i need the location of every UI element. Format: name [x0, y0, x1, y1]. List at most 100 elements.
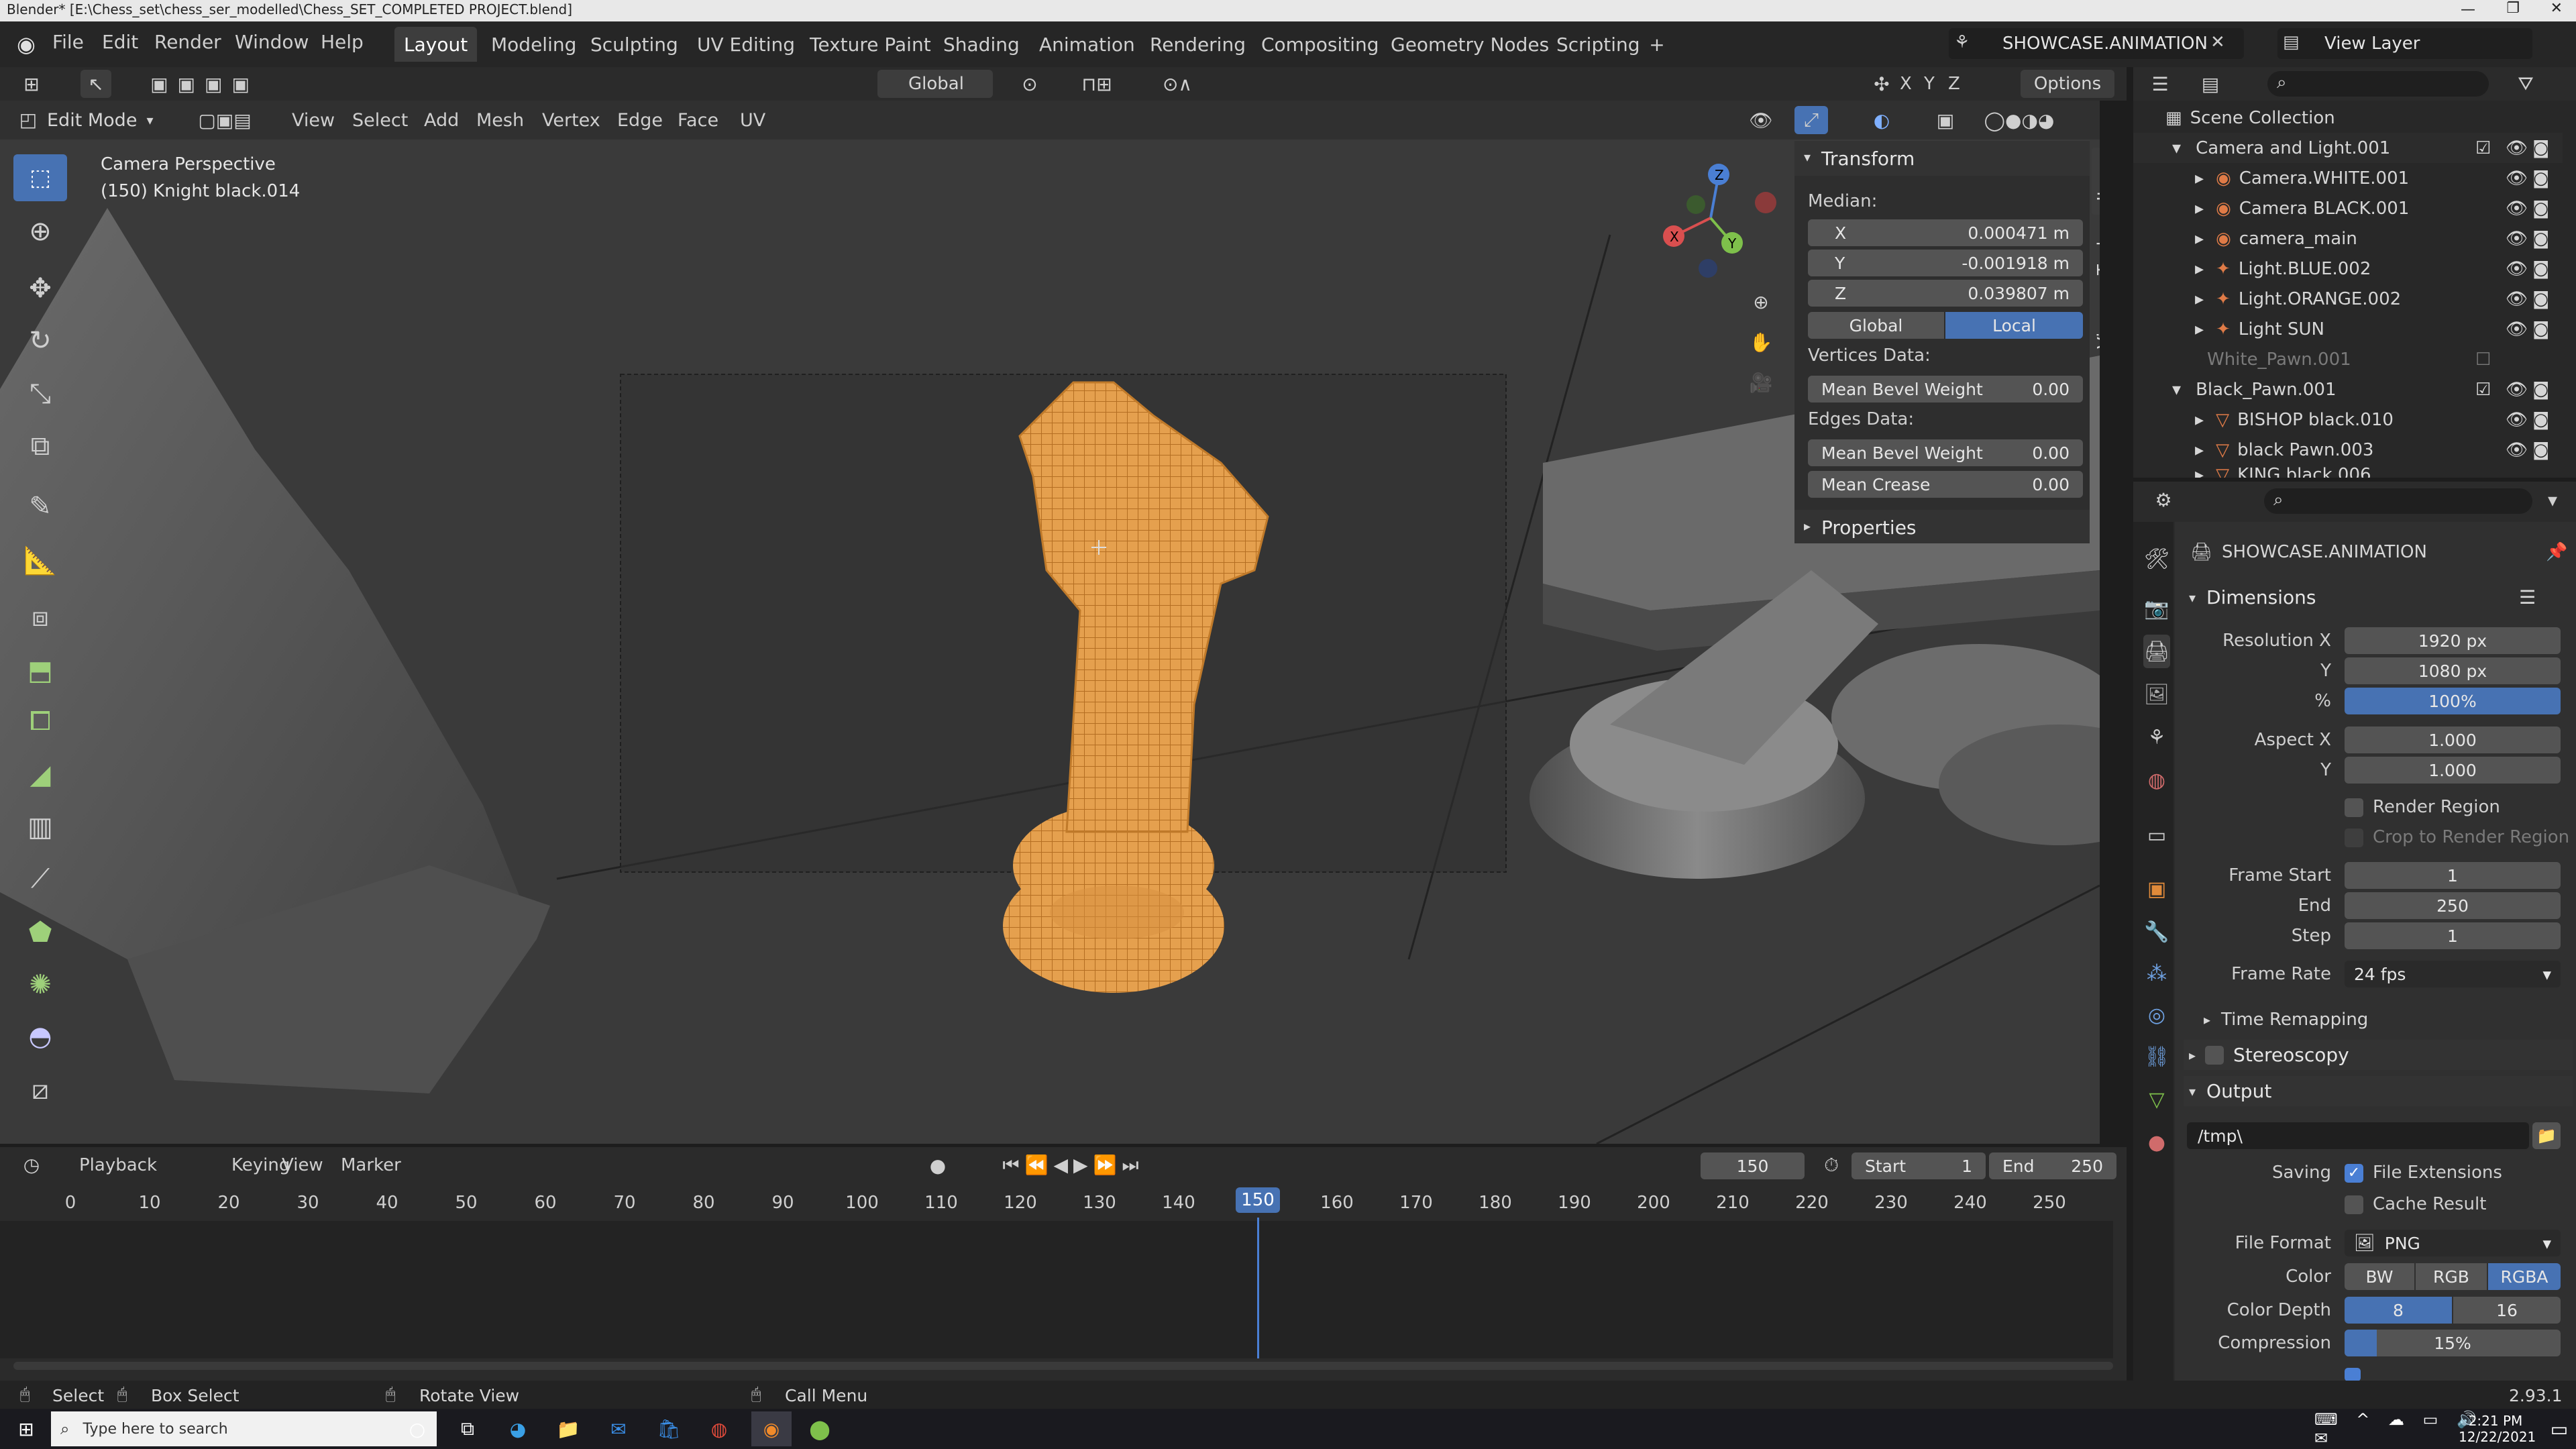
proportional-edit-icon[interactable]: ⊙∧ — [1147, 70, 1208, 98]
camera-render-icon[interactable]: ◙ — [2532, 440, 2549, 460]
median-x-field[interactable]: X 0.000471 m — [1808, 219, 2083, 246]
physics-properties-icon[interactable]: ◎ — [2143, 998, 2170, 1032]
bevel-tool-icon[interactable]: ◢ — [13, 751, 67, 798]
axis-y-toggle[interactable]: Y — [1924, 74, 1935, 94]
axis-z-toggle[interactable]: Z — [1948, 74, 1960, 94]
menu-help[interactable]: Help — [321, 31, 364, 53]
world-properties-icon[interactable]: ◍ — [2143, 763, 2170, 797]
aspect-y-field[interactable]: 1.000 — [2345, 757, 2561, 784]
tab-texture-paint[interactable]: Texture Paint — [800, 27, 941, 62]
outliner-item[interactable]: ▾ Camera and Light.001 ☑ 👁 ◙ — [2133, 133, 2563, 163]
taskbar-search-input[interactable]: ⌕ Type here to search — [51, 1411, 437, 1446]
cursor-tool-icon[interactable]: ⊕ — [13, 208, 67, 255]
file-format-dropdown[interactable]: 🖼 PNG ▾ — [2345, 1230, 2561, 1256]
start-frame-field[interactable]: Start 1 — [1851, 1152, 1986, 1179]
properties-search-input[interactable]: ⌕ — [2264, 488, 2532, 514]
checkbox-icon[interactable]: ☑ — [2475, 138, 2491, 158]
timeline-view-menu[interactable]: View — [282, 1155, 323, 1175]
chrome-icon[interactable]: ◍ — [704, 1414, 734, 1444]
gizmo-toggle-icon[interactable]: ⤢ — [1794, 106, 1828, 134]
outliner-item[interactable]: ▸ ✦ Light.ORANGE.002 👁 ◙ — [2133, 284, 2563, 314]
transform-orientation-dropdown[interactable]: Global — [877, 70, 993, 98]
outliner-editor-icon[interactable]: ☰ — [2147, 70, 2174, 98]
camera-render-icon[interactable]: ◙ — [2532, 138, 2549, 158]
data-properties-icon[interactable]: ▽ — [2143, 1083, 2170, 1116]
eye-icon[interactable]: 👁 — [2506, 138, 2528, 158]
checkbox-icon[interactable]: ☐ — [2475, 350, 2491, 370]
blender-logo-icon[interactable]: ◉ — [9, 30, 43, 59]
store-icon[interactable]: 🛍 — [654, 1414, 684, 1444]
menu-render[interactable]: Render — [154, 31, 221, 53]
output-properties-icon[interactable]: 🖨 — [2143, 635, 2170, 668]
eye-icon[interactable]: 👁 — [2506, 410, 2528, 430]
render-properties-icon[interactable]: 📷 — [2143, 592, 2170, 625]
output-panel-header[interactable]: ▾ Output — [2184, 1076, 2573, 1106]
pivot-point-icon[interactable]: ⊙ — [1006, 70, 1053, 98]
camera-render-icon[interactable]: ◙ — [2532, 410, 2549, 430]
minimize-icon[interactable]: — — [2461, 1, 2475, 18]
select-mode-icons[interactable]: ▣▣▣▣ — [134, 71, 275, 97]
filter-icon[interactable]: ⛛ — [2509, 70, 2542, 98]
output-path-input[interactable]: /tmp\ — [2187, 1122, 2529, 1149]
outliner-root[interactable]: ▦ Scene Collection — [2133, 103, 2563, 133]
knife-tool-icon[interactable]: ⟋ — [13, 855, 67, 902]
windows-start-icon[interactable]: ⊞ — [9, 1414, 43, 1444]
task-view-icon[interactable]: ⧉ — [453, 1414, 482, 1444]
select-element-mode-icons[interactable]: ▢▣▤ — [188, 106, 262, 134]
editor-type-icon[interactable]: ⊞ — [15, 70, 48, 98]
camera-render-icon[interactable]: ◙ — [2532, 199, 2549, 219]
tab-modeling[interactable]: Modeling — [482, 27, 586, 62]
dimensions-panel-header[interactable]: ▾ Dimensions ☰ — [2184, 582, 2573, 612]
aspect-x-field[interactable]: 1.000 — [2345, 727, 2561, 753]
move-tool-icon[interactable]: ✥ — [13, 265, 67, 312]
color-bw-toggle[interactable]: BW — [2345, 1263, 2414, 1290]
3d-viewport[interactable]: Camera Perspective (150) Knight black.01… — [0, 101, 2100, 1144]
outliner-item[interactable]: ▸ ▽ KING black.006 — [2133, 465, 2563, 478]
eye-icon[interactable]: 👁 — [2506, 440, 2528, 460]
menu-edit[interactable]: Edit — [102, 31, 138, 53]
playback-controls[interactable]: ⏮⏪◀▶⏩⏭ — [989, 1151, 1157, 1179]
outliner-item[interactable]: ▸ ◉ Camera BLACK.001 👁 ◙ — [2133, 193, 2563, 223]
depth-8-toggle[interactable]: 8 — [2345, 1297, 2452, 1324]
camera-render-icon[interactable]: ◙ — [2532, 319, 2549, 339]
options-dropdown[interactable]: Options — [2021, 70, 2114, 98]
file-extensions-checkbox[interactable]: ✓ File Extensions — [2345, 1163, 2502, 1183]
eye-icon[interactable]: 👁 — [2506, 259, 2528, 279]
frame-step-field[interactable]: 1 — [2345, 922, 2561, 949]
outliner-item[interactable]: ▸ ◉ Camera.WHITE.001 👁 ◙ — [2133, 163, 2563, 193]
chevron-down-icon[interactable]: ▾ — [2539, 486, 2566, 514]
axis-x-toggle[interactable]: X — [1900, 74, 1912, 94]
smooth-tool-icon[interactable]: ◓ — [13, 1013, 67, 1060]
transform-tool-icon[interactable]: ⧉ — [13, 423, 67, 470]
timeline-scrollbar[interactable] — [13, 1362, 2113, 1370]
loop-cut-tool-icon[interactable]: ▥ — [13, 804, 67, 851]
add-cube-tool-icon[interactable]: ⧈ — [13, 594, 67, 641]
resolution-y-field[interactable]: 1080 px — [2345, 657, 2561, 684]
blender-taskbar-icon[interactable]: ◉ — [751, 1411, 792, 1446]
camera-render-icon[interactable]: ◙ — [2532, 289, 2549, 309]
snap-icon[interactable]: ⊓⊞ — [1060, 70, 1134, 98]
edge-mean-bevel-field[interactable]: Mean Bevel Weight 0.00 — [1808, 439, 2083, 466]
overlays-icon[interactable]: ◐ — [1862, 106, 1902, 134]
menu-uv[interactable]: UV — [740, 110, 765, 131]
vertex-mean-bevel-field[interactable]: Mean Bevel Weight 0.00 — [1808, 376, 2083, 402]
camera-render-icon[interactable]: ◙ — [2532, 380, 2549, 400]
menu-mesh[interactable]: Mesh — [476, 110, 524, 131]
constraints-properties-icon[interactable]: ⛓ — [2143, 1040, 2170, 1073]
tab-compositing[interactable]: Compositing — [1252, 27, 1389, 62]
annotate-tool-icon[interactable]: ✎ — [13, 483, 67, 530]
mirror-icon[interactable]: ✣ — [1868, 70, 1895, 98]
eye-icon[interactable]: 👁 — [2506, 229, 2528, 249]
tab-item[interactable]: Item — [2092, 148, 2100, 215]
end-frame-field[interactable]: End 250 — [1989, 1152, 2116, 1179]
tab-uv-editing[interactable]: UV Editing — [688, 27, 804, 62]
outliner-item[interactable]: ▾ Black_Pawn.001 ☑ 👁 ◙ — [2133, 374, 2563, 405]
frame-end-field[interactable]: 250 — [2345, 892, 2561, 919]
menu-face[interactable]: Face — [678, 110, 718, 131]
cortana-icon[interactable]: ○ — [402, 1414, 432, 1444]
spin-tool-icon[interactable]: ✺ — [13, 961, 67, 1008]
menu-view[interactable]: View — [292, 110, 335, 131]
tab-sculpting[interactable]: Sculpting — [581, 27, 688, 62]
timeline-track-area[interactable] — [0, 1221, 2113, 1358]
render-region-checkbox[interactable]: Render Region — [2345, 797, 2500, 817]
